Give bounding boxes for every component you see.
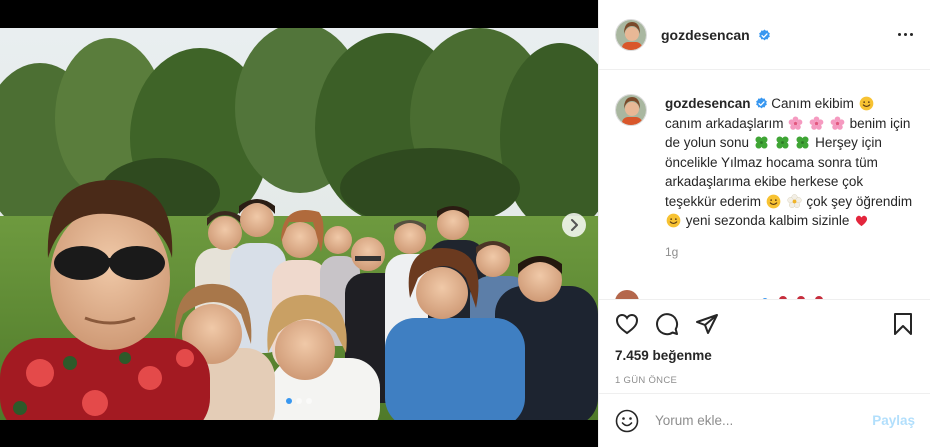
bookmark-icon	[894, 313, 912, 335]
emoji-picker-button[interactable]	[615, 409, 639, 433]
cherry-blossom-emoji-icon	[809, 115, 824, 130]
paper-plane-icon	[696, 314, 718, 334]
carousel-dot	[306, 398, 312, 404]
save-button[interactable]	[891, 312, 915, 336]
post-timestamp[interactable]: 1 GÜN ÖNCE	[615, 375, 915, 386]
caption-segment: çok şey öğrendim	[806, 193, 913, 209]
caption: gozdesencan Canım ekibim canım arkadaşla…	[615, 94, 915, 231]
like-count[interactable]: 7.459 beğenme	[615, 348, 915, 363]
post-header: gozdesencan	[599, 0, 930, 70]
more-dot	[903, 32, 907, 36]
blossom-emoji-icon	[787, 193, 802, 208]
username-text[interactable]: gozdesencan	[661, 27, 750, 43]
action-icons	[615, 300, 915, 348]
post-photo[interactable]	[0, 28, 598, 420]
caption-segment: canım arkadaşlarım	[665, 115, 784, 131]
comment-input[interactable]	[655, 413, 855, 428]
next-slide-button[interactable]	[562, 213, 586, 237]
cherry-blossom-emoji-icon	[788, 115, 803, 130]
red-heart-emoji-icon	[856, 215, 868, 227]
caption-username-text[interactable]: gozdesencan	[665, 96, 751, 111]
post-actions: 7.459 beğenme 1 GÜN ÖNCE	[599, 299, 930, 386]
caption-text: gozdesencan Canım ekibim canım arkadaşla…	[665, 94, 915, 231]
caption-avatar[interactable]	[615, 94, 647, 126]
share-button[interactable]	[695, 312, 719, 336]
next-comment-clipped	[615, 290, 823, 299]
username[interactable]: gozdesencan	[661, 27, 771, 43]
caption-age: 1g	[665, 244, 679, 259]
smiling-face-emoji-icon	[859, 96, 873, 111]
carousel-dot	[286, 398, 292, 404]
add-comment-bar: Paylaş	[599, 393, 930, 447]
comment-button[interactable]	[655, 312, 679, 336]
speech-bubble-icon	[656, 313, 679, 336]
post-side-panel: gozdesencan gozdesencan Canım ekibim can…	[598, 0, 930, 447]
chevron-right-icon	[571, 219, 578, 231]
more-dot	[909, 32, 913, 36]
group-photo-illustration	[0, 28, 598, 420]
avatar-image	[616, 95, 646, 125]
avatar-image	[616, 19, 646, 50]
post-media	[0, 0, 598, 447]
cherry-blossom-emoji-icon	[830, 115, 845, 130]
caption-segment: yeni sezonda kalbim sizinle	[685, 213, 850, 228]
four-leaf-clover-emoji-icon	[755, 136, 768, 149]
like-button[interactable]	[615, 312, 639, 336]
smiling-face-emoji-icon	[766, 194, 781, 208]
four-leaf-clover-emoji-icon	[796, 136, 809, 149]
verified-badge-icon	[755, 97, 767, 109]
more-options-button[interactable]	[893, 24, 917, 44]
smiling-face-emoji-icon	[666, 213, 681, 228]
heart-icon	[615, 313, 639, 335]
smiley-icon	[615, 409, 639, 432]
caption-username[interactable]: gozdesencan	[665, 96, 768, 111]
four-leaf-clover-emoji-icon	[776, 136, 789, 149]
carousel-dot	[296, 398, 302, 404]
comments-section: gozdesencan Canım ekibim canım arkadaşla…	[599, 70, 930, 299]
carousel-indicator	[0, 398, 598, 404]
avatar[interactable]	[615, 18, 647, 51]
caption-segment: Canım ekibim	[771, 96, 854, 111]
more-dot	[897, 32, 901, 36]
verified-badge-icon	[758, 29, 770, 40]
post-comment-button[interactable]: Paylaş	[872, 413, 915, 428]
